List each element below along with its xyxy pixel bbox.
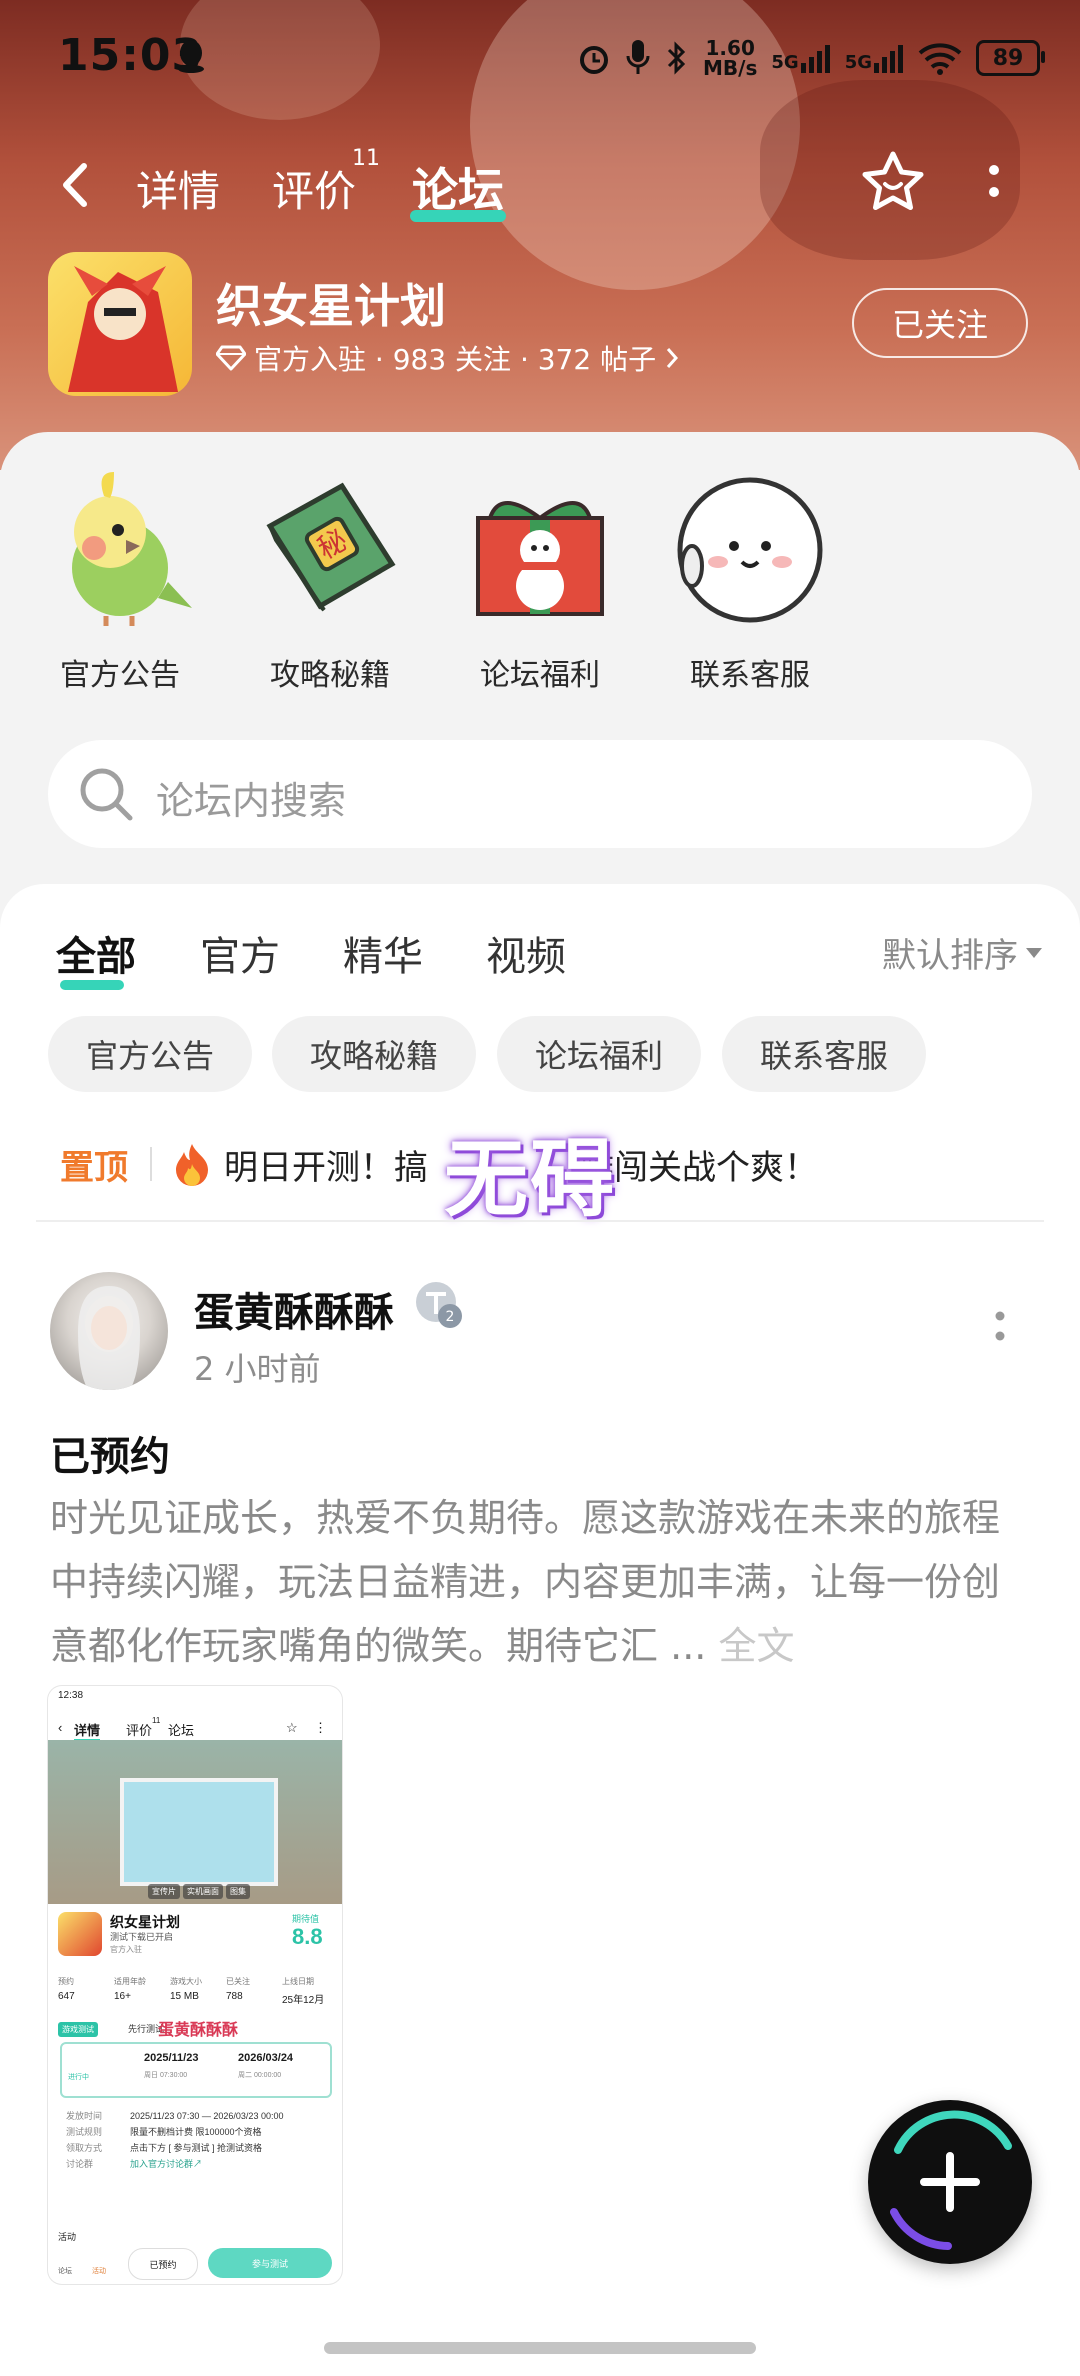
feed-tab-indicator [60, 980, 124, 990]
feed-tab-video[interactable]: 视频 [486, 924, 566, 982]
fire-icon [176, 1144, 208, 1186]
tab-review[interactable]: 评价 [272, 158, 356, 219]
app-icon [48, 252, 192, 396]
svg-text:2: 2 [446, 1309, 455, 1325]
thumb-stats: 预约 647 适用年龄 16+ 游戏大小 15 MB 已关注 788 上线日期 25年12… [58, 1977, 325, 2006]
overlay-sticker-text: 无碍 [444, 1130, 617, 1228]
feed-tab-all[interactable]: 全部 [56, 924, 136, 982]
top-nav: 详情 评价 11 论坛 [0, 140, 1080, 230]
post-image[interactable]: 12:38 ‹ 详情 评价 11 论坛 ☆ ⋮ 宣传片 实机画面 图集 织女星计划 … [48, 1686, 342, 2284]
app-meta[interactable]: 官方入驻 · 983 关注 · 372 帖子 [216, 338, 680, 378]
thumb-bottom-bar: 活动 论坛 活动 已预约 参与测试 [48, 2230, 342, 2284]
pinned-text-start: 明日开测！搞 [224, 1147, 428, 1188]
thumb-app-icon [58, 1912, 102, 1956]
active-tab-indicator [410, 210, 506, 222]
chip-guides[interactable]: 攻略秘籍 [272, 1016, 476, 1092]
tab-detail[interactable]: 详情 [136, 158, 220, 219]
mic-icon [626, 40, 650, 74]
quick-link-announcement[interactable]: 官方公告 [30, 470, 210, 694]
thumb-banner: 宣传片 实机画面 图集 [48, 1740, 342, 1904]
avatar[interactable] [50, 1272, 168, 1390]
header-banner: 15:03 1.60 MB/s 5G 5G 89 详情 评价 11 论坛 织女星计… [0, 0, 1080, 470]
search-input[interactable]: 论坛内搜索 [156, 770, 346, 825]
post-body[interactable]: 时光见证成长，热爱不负期待。愿这款游戏在未来的旅程中持续闪耀，玩法日益精进，内容… [50, 1486, 1036, 1678]
favorite-star-icon[interactable] [858, 148, 928, 218]
chevron-right-icon [666, 348, 679, 368]
plus-icon [920, 2152, 980, 2212]
post-author[interactable]: 蛋黄酥酥酥 [194, 1280, 394, 1338]
level-badge-icon: 2 [416, 1282, 462, 1328]
battery-indicator: 89 [976, 40, 1045, 76]
post-more-icon[interactable] [990, 1304, 1010, 1354]
quick-link-support[interactable]: 联系客服 [660, 470, 840, 694]
review-count-badge: 11 [352, 146, 380, 171]
forum-search-bar[interactable]: 论坛内搜索 [48, 740, 1032, 848]
cell-signal-1: 5G [771, 43, 830, 73]
chip-support[interactable]: 联系客服 [722, 1016, 926, 1092]
app-meta-text: 官方入驻 · 983 关注 · 372 帖子 [254, 343, 657, 376]
read-full-link[interactable]: 全文 [718, 1624, 794, 1668]
bluetooth-icon [667, 41, 686, 75]
quick-links: 官方公告 秘 攻略秘籍 论坛福利 联系客服 [0, 432, 1080, 712]
network-speed: 1.60 MB/s [703, 36, 758, 80]
qq-icon [178, 40, 204, 73]
alarm-icon [580, 46, 609, 74]
follow-button[interactable]: 已关注 [852, 288, 1028, 358]
thumb-banner-art [120, 1778, 278, 1886]
divider [150, 1147, 152, 1181]
post-time: 2 小时前 [194, 1350, 321, 1388]
pinned-tag: 置顶 [60, 1147, 128, 1188]
wifi-icon [918, 43, 962, 75]
caret-down-icon [1026, 947, 1042, 958]
gift-box-icon [476, 501, 604, 616]
ellipsis: ... [670, 1624, 707, 1668]
feed-tab-featured[interactable]: 精华 [343, 924, 423, 982]
home-indicator[interactable] [324, 2342, 756, 2354]
chip-welfare[interactable]: 论坛福利 [497, 1016, 701, 1092]
status-bar: 15:03 1.60 MB/s 5G 5G 89 [0, 0, 1080, 120]
parrot-icon [72, 472, 192, 626]
new-post-button[interactable] [868, 2100, 1032, 2264]
search-icon [80, 768, 133, 821]
more-options-icon[interactable] [982, 160, 1006, 210]
divider [36, 1220, 1044, 1222]
sort-dropdown[interactable]: 默认排序 [882, 928, 1042, 977]
diamond-icon [216, 345, 246, 371]
quick-link-guides[interactable]: 秘 攻略秘籍 [240, 470, 420, 694]
post-title[interactable]: 已预约 [50, 1424, 170, 1482]
thumb-date-box: 进行中 2025/11/23 2026/03/24 周日 07:30:00 周二… [60, 2042, 332, 2098]
back-arrow-icon[interactable] [56, 160, 96, 210]
thumb-info-rows: 发放时间 2025/11/23 07:30 — 2026/03/23 00:00 … [66, 2111, 284, 2169]
support-bun-icon [677, 477, 823, 623]
feed-tab-official[interactable]: 官方 [200, 924, 280, 982]
status-icons: 1.60 MB/s 5G 5G 89 [577, 34, 1045, 82]
chip-announcement[interactable]: 官方公告 [48, 1016, 252, 1092]
thumb-watermark: 蛋黄酥酥酥 [158, 2022, 239, 2039]
secret-book-icon: 秘 [266, 482, 396, 612]
forum-content: 官方公告 秘 攻略秘籍 论坛福利 联系客服 论坛内搜索 全部 官方 精华 视频 … [0, 432, 1080, 2376]
thumb-status-bar: 12:38 [58, 1690, 84, 1701]
app-title: 织女星计划 [216, 279, 446, 333]
cell-signal-2: 5G [845, 43, 904, 73]
quick-link-welfare[interactable]: 论坛福利 [450, 470, 630, 694]
thumb-banner-tabs: 宣传片 实机画面 图集 [148, 1884, 250, 1899]
